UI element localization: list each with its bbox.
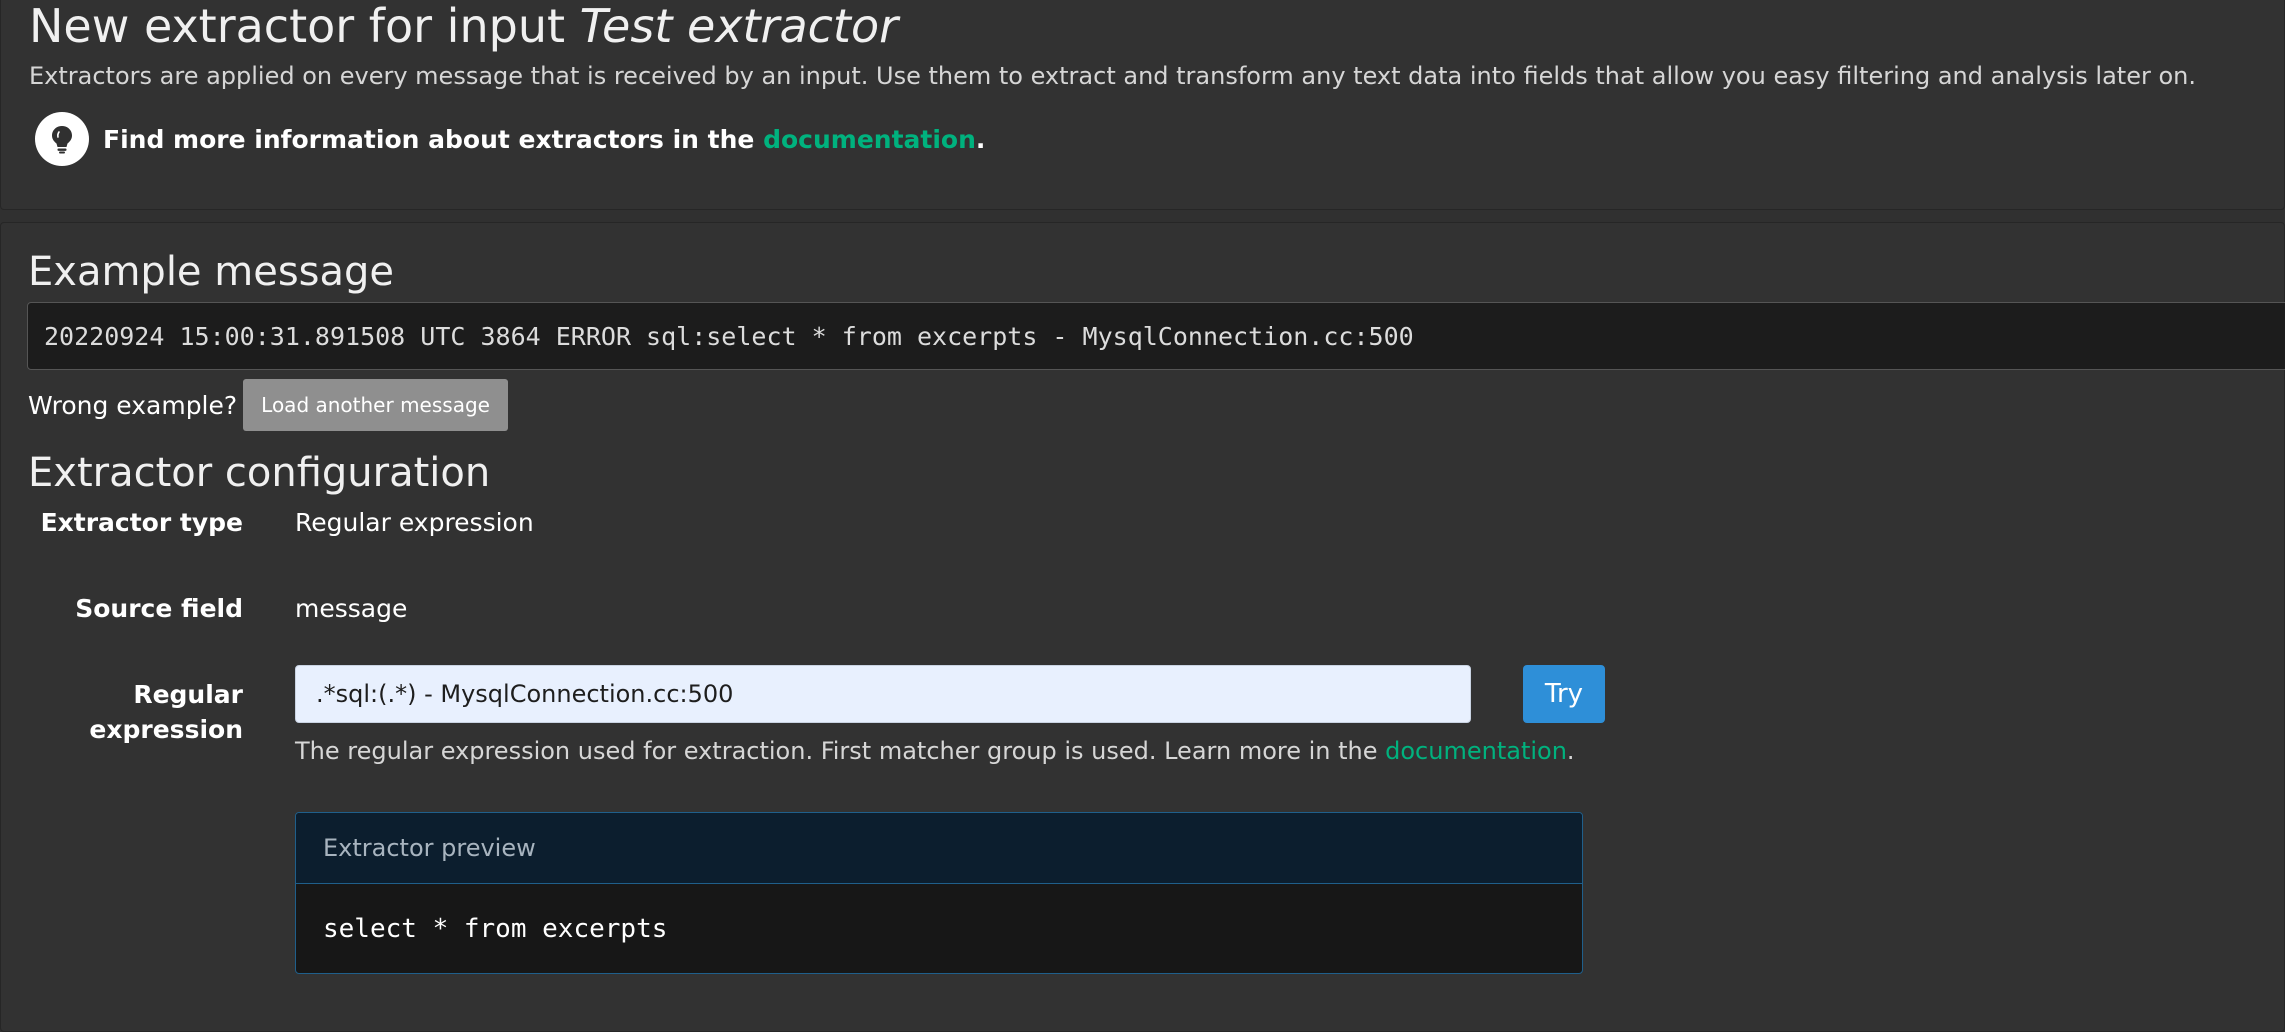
info-text-suffix: .: [975, 124, 986, 154]
example-message-box: 20220924 15:00:31.891508 UTC 3864 ERROR …: [27, 302, 2285, 370]
page-title-prefix: New extractor for input: [29, 0, 580, 53]
extractor-configuration-heading: Extractor configuration: [28, 450, 491, 496]
regex-help-text: The regular expression used for extracti…: [295, 734, 1575, 768]
source-field-label: Source field: [75, 594, 243, 623]
extractor-preview-heading: Extractor preview: [296, 813, 1582, 884]
regex-label: Regular expression: [89, 680, 243, 744]
page-description: Extractors are applied on every message …: [29, 62, 2196, 90]
page-title: New extractor for input Test extractor: [29, 0, 898, 55]
header-panel: New extractor for input Test extractor E…: [0, 0, 2285, 210]
extractor-type-label: Extractor type: [40, 508, 243, 537]
try-button[interactable]: Try: [1523, 665, 1605, 723]
load-another-message-button[interactable]: Load another message: [243, 379, 508, 431]
extractor-type-value: Regular expression: [295, 508, 534, 537]
regex-documentation-link[interactable]: documentation: [1385, 737, 1567, 765]
source-field-value: message: [295, 594, 408, 623]
info-text-label: Find more information about extractors i…: [103, 124, 764, 154]
documentation-info-text: Find more information about extractors i…: [103, 125, 985, 154]
lightbulb-icon: [35, 112, 89, 166]
extractor-preview-panel: Extractor preview select * from excerpts: [295, 812, 1583, 974]
regex-help-label: The regular expression used for extracti…: [295, 737, 1386, 765]
wrong-example-label: Wrong example?: [28, 390, 238, 420]
example-message-heading: Example message: [28, 249, 395, 295]
extractor-preview-result: select * from excerpts: [323, 913, 668, 944]
regex-input[interactable]: [295, 665, 1471, 723]
documentation-link[interactable]: documentation: [763, 125, 976, 154]
wrong-example-row: Wrong example? Load another message: [28, 378, 508, 432]
regex-help-suffix: .: [1566, 737, 1575, 765]
input-name: Test extractor: [579, 0, 899, 53]
documentation-info: Find more information about extractors i…: [35, 111, 985, 167]
